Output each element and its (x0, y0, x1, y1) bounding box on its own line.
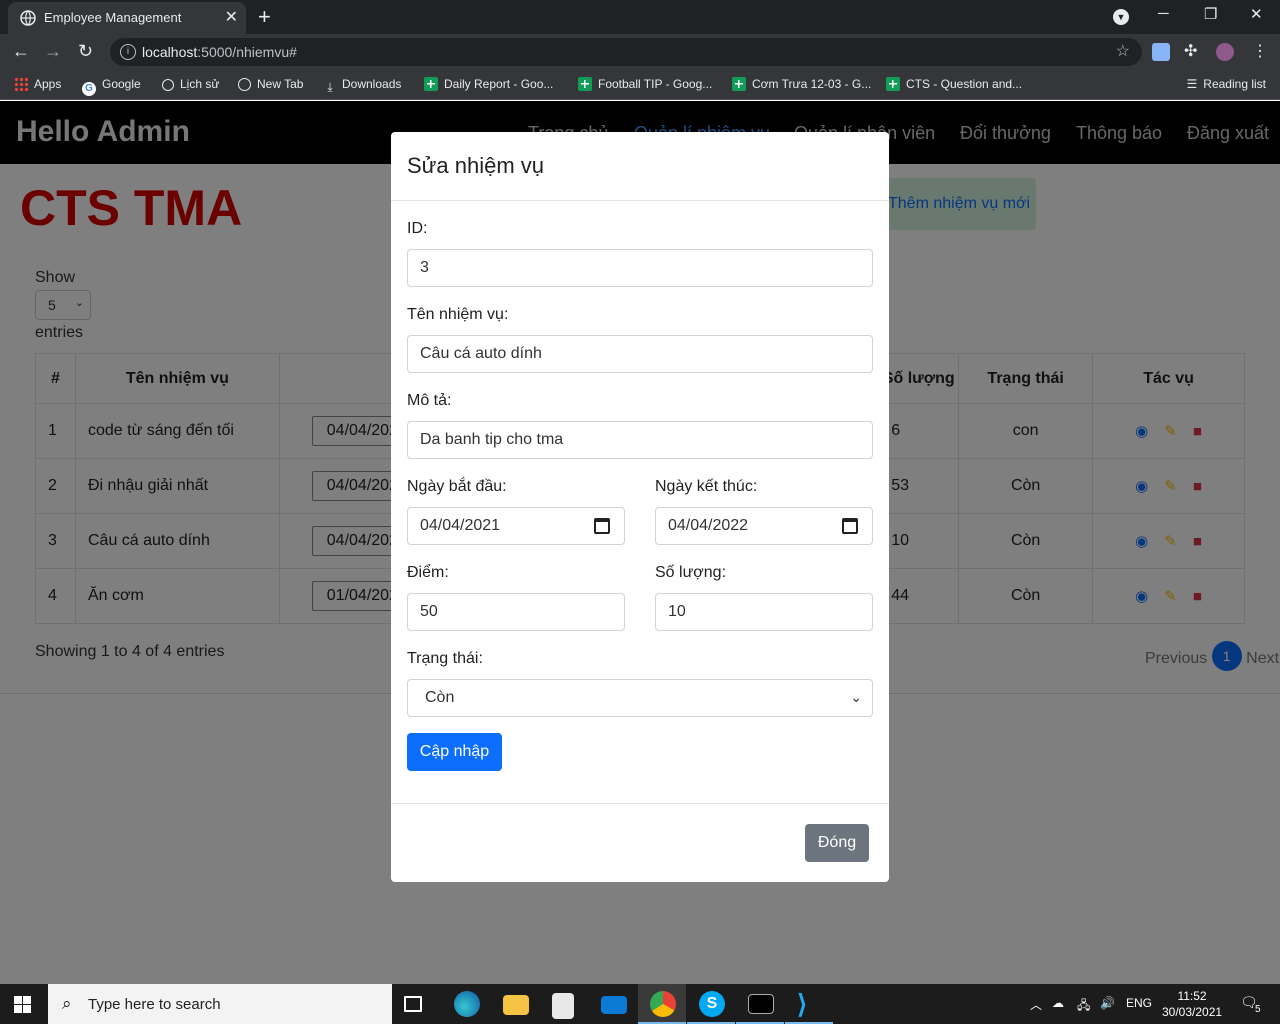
status-label: Trạng thái: (407, 650, 483, 667)
modal-footer (391, 803, 889, 804)
mail-icon[interactable] (601, 996, 627, 1014)
browser-titlebar: Employee Management ✕ + ▼ ─ ❐ ✕ (0, 0, 1280, 34)
start-date-field[interactable]: 04/04/2021 (407, 507, 625, 545)
clock-date: 30/03/2021 (1162, 1005, 1223, 1019)
new-tab-button[interactable]: + (258, 4, 271, 30)
task-view-icon[interactable] (404, 996, 422, 1012)
show-hidden-icons-icon[interactable]: ︿ (1030, 996, 1042, 1013)
chevron-down-icon: ⌄ (850, 689, 862, 705)
calendar-icon[interactable] (594, 518, 610, 534)
url-text: localhost:5000/nhiemvu# (142, 44, 297, 60)
notification-count-badge: 5 (1255, 1004, 1261, 1015)
description-label: Mô tả: (407, 392, 452, 409)
sheets-icon (732, 77, 746, 91)
globe-icon (20, 10, 36, 26)
skype-icon[interactable]: S (699, 991, 725, 1017)
reading-list-icon: ☰ (1186, 77, 1198, 91)
language-indicator[interactable]: ENG (1126, 996, 1152, 1010)
end-date-field[interactable]: 04/04/2022 (655, 507, 873, 545)
download-icon: ⤓ (327, 80, 333, 94)
bookmarks-bar: Apps G Google Lịch sử New Tab ⤓ Downloads … (0, 70, 1280, 100)
browser-tab[interactable]: Employee Management ✕ (8, 2, 246, 34)
bookmark-com-trua[interactable]: Cơm Trưa 12-03 - G... (732, 77, 871, 91)
globe-icon (238, 78, 251, 91)
quantity-field[interactable]: 10 (655, 593, 873, 631)
description-field[interactable]: Da banh tip cho tma (407, 421, 873, 459)
close-button[interactable]: Đóng (805, 824, 869, 862)
sheets-icon (578, 77, 592, 91)
reload-icon[interactable]: ↻ (78, 41, 93, 62)
bookmark-cts-question[interactable]: CTS - Question and... (886, 77, 1022, 91)
points-label: Điểm: (407, 564, 449, 581)
sheets-icon (886, 77, 900, 91)
apps-icon (14, 77, 28, 91)
edit-task-modal: Sửa nhiệm vụ ID: 3 Tên nhiệm vụ: Câu cá … (391, 132, 889, 882)
modal-title: Sửa nhiệm vụ (407, 153, 545, 178)
search-placeholder: Type here to search (88, 996, 221, 1013)
restore-icon[interactable]: ❐ (1204, 5, 1217, 23)
tab-title: Employee Management (44, 10, 182, 25)
bookmark-daily-report[interactable]: Daily Report - Goo... (424, 77, 553, 91)
bookmark-google[interactable]: G Google (82, 77, 141, 96)
network-icon[interactable]: 🖧 (1077, 996, 1090, 1017)
terminal-icon[interactable] (748, 994, 774, 1014)
window-close-icon[interactable]: ✕ (1250, 5, 1263, 23)
info-icon[interactable]: i (120, 44, 136, 60)
points-field[interactable]: 50 (407, 593, 625, 631)
avatar[interactable] (1216, 43, 1234, 61)
quantity-label: Số lượng: (655, 564, 727, 581)
system-clock[interactable]: 11:52 30/03/2021 (1162, 988, 1222, 1020)
store-icon[interactable] (552, 993, 574, 1019)
chrome-icon[interactable] (650, 991, 676, 1017)
menu-kebab-icon[interactable]: ⋮ (1252, 41, 1270, 60)
minimize-icon[interactable]: ─ (1158, 5, 1169, 22)
onedrive-icon[interactable]: ☁ (1052, 996, 1064, 1010)
extensions-icon[interactable]: ✣ (1184, 41, 1202, 60)
task-name-field[interactable]: Câu cá auto dính (407, 335, 873, 373)
bookmark-new-tab[interactable]: New Tab (238, 77, 303, 91)
task-name-label: Tên nhiệm vụ: (407, 306, 509, 323)
translate-extension-icon[interactable] (1152, 43, 1170, 61)
status-selected-value: Còn (425, 689, 455, 706)
bookmark-apps[interactable]: Apps (14, 77, 61, 91)
start-date-label: Ngày bắt đầu: (407, 478, 507, 495)
history-icon (162, 79, 174, 91)
address-bar[interactable]: i localhost:5000/nhiemvu# ☆ (110, 38, 1142, 66)
back-icon[interactable]: ← (12, 41, 30, 62)
bookmark-downloads[interactable]: ⤓ Downloads (324, 77, 401, 94)
vscode-icon[interactable]: ⟩ (797, 991, 823, 1017)
reading-list-button[interactable]: ☰ Reading list (1187, 77, 1266, 91)
status-select[interactable]: Còn ⌄ (407, 679, 873, 717)
search-icon: ⌕ (62, 994, 72, 1013)
bookmark-history[interactable]: Lịch sử (162, 77, 219, 91)
bookmark-football-tip[interactable]: Football TIP - Goog... (578, 77, 712, 91)
sheets-icon (424, 77, 438, 91)
bookmark-star-icon[interactable]: ☆ (1116, 41, 1130, 61)
id-label: ID: (407, 220, 428, 237)
start-date-value: 04/04/2021 (420, 517, 501, 534)
volume-icon[interactable]: 🔊 (1100, 996, 1115, 1010)
close-tab-icon[interactable]: ✕ (225, 7, 238, 27)
browser-toolbar: ← → ↻ i localhost:5000/nhiemvu# ☆ ✣ ⋮ (0, 34, 1280, 70)
end-date-value: 04/04/2022 (668, 517, 749, 534)
taskbar-search-box[interactable]: ⌕ Type here to search (48, 984, 392, 1024)
windows-start-icon[interactable] (14, 996, 31, 1013)
tab-search-icon[interactable]: ▼ (1113, 9, 1129, 25)
calendar-icon[interactable] (842, 518, 858, 534)
windows-taskbar: ⌕ Type here to search S ⟩ ︿ ☁ 🖧 🔊 ENG 11… (0, 984, 1280, 1024)
google-icon: G (82, 82, 96, 96)
forward-icon[interactable]: → (44, 41, 62, 62)
clock-time: 11:52 (1177, 989, 1207, 1003)
id-field[interactable]: 3 (407, 249, 873, 287)
file-explorer-icon[interactable] (503, 995, 529, 1015)
edge-icon[interactable] (454, 991, 480, 1017)
end-date-label: Ngày kết thúc: (655, 478, 758, 495)
update-button[interactable]: Cập nhập (407, 733, 502, 771)
modal-header: Sửa nhiệm vụ (391, 132, 889, 201)
